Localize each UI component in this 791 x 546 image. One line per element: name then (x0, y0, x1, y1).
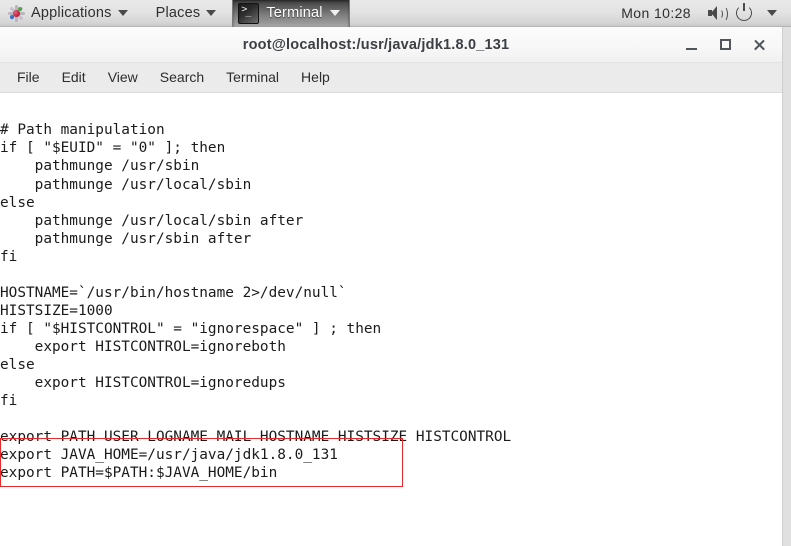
chevron-down-icon (329, 10, 340, 16)
volume-icon[interactable] (703, 0, 729, 27)
window-title: root@localhost:/usr/java/jdk1.8.0_131 (242, 36, 510, 53)
chevron-down-icon (117, 10, 128, 16)
minimize-button[interactable] (674, 30, 708, 60)
terminal-text: # Path manipulation if [ "$EUID" = "0" ]… (0, 122, 512, 482)
top-panel: Applications Places Terminal Mon 10:28 (0, 0, 791, 27)
menu-bar: File Edit View Search Terminal Help (0, 63, 782, 93)
panel-status-area: Mon 10:28 (611, 0, 791, 27)
menu-item-edit[interactable]: Edit (51, 63, 97, 92)
power-icon[interactable] (731, 0, 757, 27)
menu-item-terminal[interactable]: Terminal (215, 63, 290, 92)
menu-item-file[interactable]: File (6, 63, 51, 92)
chevron-down-icon (206, 10, 217, 16)
desktop-background (783, 27, 791, 546)
title-bar[interactable]: root@localhost:/usr/java/jdk1.8.0_131 (0, 27, 782, 63)
applications-menu-label: Applications (31, 5, 112, 21)
terminal-output-area[interactable]: # Path manipulation if [ "$EUID" = "0" ]… (0, 93, 782, 546)
menu-item-search[interactable]: Search (149, 63, 215, 92)
window-controls (674, 30, 782, 60)
window-list-item-label: Terminal (266, 5, 323, 21)
chevron-down-icon[interactable] (759, 0, 785, 27)
terminal-icon (238, 2, 260, 24)
window-list-item-terminal[interactable]: Terminal (232, 0, 350, 27)
screen: Applications Places Terminal Mon 10:28 (0, 0, 791, 546)
terminal-window: root@localhost:/usr/java/jdk1.8.0_131 Fi… (0, 27, 783, 546)
maximize-button[interactable] (708, 30, 742, 60)
menu-item-view[interactable]: View (97, 63, 149, 92)
places-menu-label: Places (155, 5, 201, 21)
places-menu[interactable]: Places (148, 0, 225, 27)
clock[interactable]: Mon 10:28 (611, 5, 701, 21)
applications-menu[interactable]: Applications (0, 0, 136, 27)
applications-launcher-icon (8, 4, 25, 22)
menu-item-help[interactable]: Help (290, 63, 341, 92)
close-button[interactable] (742, 30, 776, 60)
